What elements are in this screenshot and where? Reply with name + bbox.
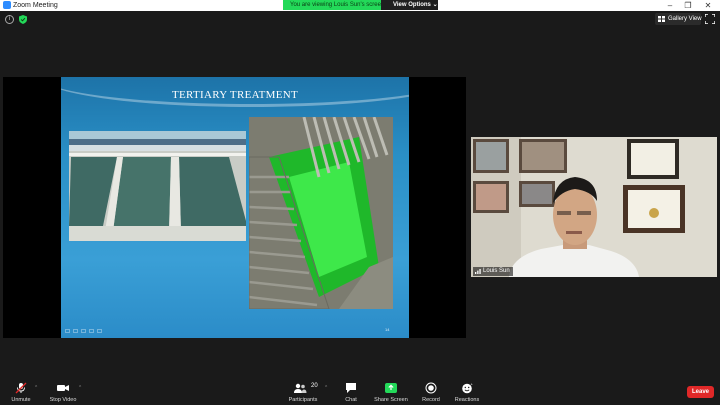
participant-name: Louis Sun: [483, 268, 510, 274]
gallery-view-button[interactable]: Gallery View: [655, 13, 702, 25]
video-options-caret-icon[interactable]: ⌃: [78, 385, 82, 391]
share-screen-icon: [385, 383, 397, 393]
slide-zoom-control[interactable]: [89, 329, 94, 333]
uv-disinfection-photo: [249, 117, 393, 309]
participant-name-tag: Louis Sun: [473, 267, 513, 276]
gallery-view-label: Gallery View: [668, 16, 702, 22]
meeting-toolbar: Unmute ⌃ Stop Video ⌃ 20 Participants ⌃ …: [0, 378, 720, 405]
participants-count: 20: [311, 383, 318, 389]
participants-button[interactable]: 20 Participants: [286, 378, 320, 405]
muted-mic-icon: [15, 382, 27, 394]
svg-text:+: +: [471, 382, 474, 387]
grid-icon: [658, 16, 665, 22]
viewing-screen-message: You are viewing Louis Sun's screen: [283, 0, 384, 10]
slide-pen-control[interactable]: [81, 329, 86, 333]
chat-label: Chat: [345, 397, 357, 403]
participants-options-caret-icon[interactable]: ⌃: [324, 385, 328, 391]
video-camera-icon: [57, 385, 69, 391]
restore-icon[interactable]: ❐: [680, 0, 696, 11]
slide-prev-control[interactable]: [65, 329, 70, 333]
signal-strength-icon: [475, 269, 481, 274]
presentation-slide: TERTIARY TREATMENT 14: [61, 77, 409, 338]
chat-button[interactable]: Chat: [338, 378, 364, 405]
record-label: Record: [422, 397, 440, 403]
stop-video-button[interactable]: Stop Video: [46, 378, 80, 405]
reactions-label: Reactions: [454, 397, 480, 403]
treatment-basins-photo: [69, 131, 246, 241]
participants-label: Participants: [288, 397, 318, 403]
chat-bubble-icon: [346, 383, 356, 393]
screen-share-banner: You are viewing Louis Sun's screen View …: [283, 0, 438, 10]
slide-menu-control[interactable]: [97, 329, 102, 333]
slide-page-number: 14: [385, 327, 390, 332]
record-button[interactable]: Record: [418, 378, 444, 405]
stop-video-label: Stop Video: [49, 397, 77, 403]
unmute-label: Unmute: [11, 397, 31, 403]
slide-next-control[interactable]: [73, 329, 78, 333]
minimize-icon[interactable]: –: [662, 0, 678, 11]
window-title: Zoom Meeting: [13, 2, 58, 9]
view-options-button[interactable]: View Options ⌄: [381, 0, 438, 10]
participant-video[interactable]: Louis Sun: [471, 137, 717, 277]
record-icon: [425, 382, 437, 394]
unmute-button[interactable]: Unmute: [6, 378, 36, 405]
share-screen-label: Share Screen: [374, 397, 408, 403]
meeting-info-icon[interactable]: i: [5, 15, 14, 24]
zoom-app-icon: [3, 1, 11, 9]
share-screen-button[interactable]: Share Screen: [372, 378, 410, 405]
shared-screen: TERTIARY TREATMENT 14: [3, 77, 466, 338]
participants-icon: [294, 383, 307, 393]
close-icon[interactable]: ✕: [700, 0, 716, 11]
reactions-smiley-icon: +: [462, 382, 474, 394]
fullscreen-icon[interactable]: [705, 14, 715, 24]
reactions-button[interactable]: + Reactions: [452, 378, 482, 405]
encryption-shield-icon[interactable]: [19, 15, 27, 24]
audio-options-caret-icon[interactable]: ⌃: [34, 385, 38, 391]
slide-title: TERTIARY TREATMENT: [171, 89, 299, 101]
leave-button[interactable]: Leave: [687, 386, 714, 398]
